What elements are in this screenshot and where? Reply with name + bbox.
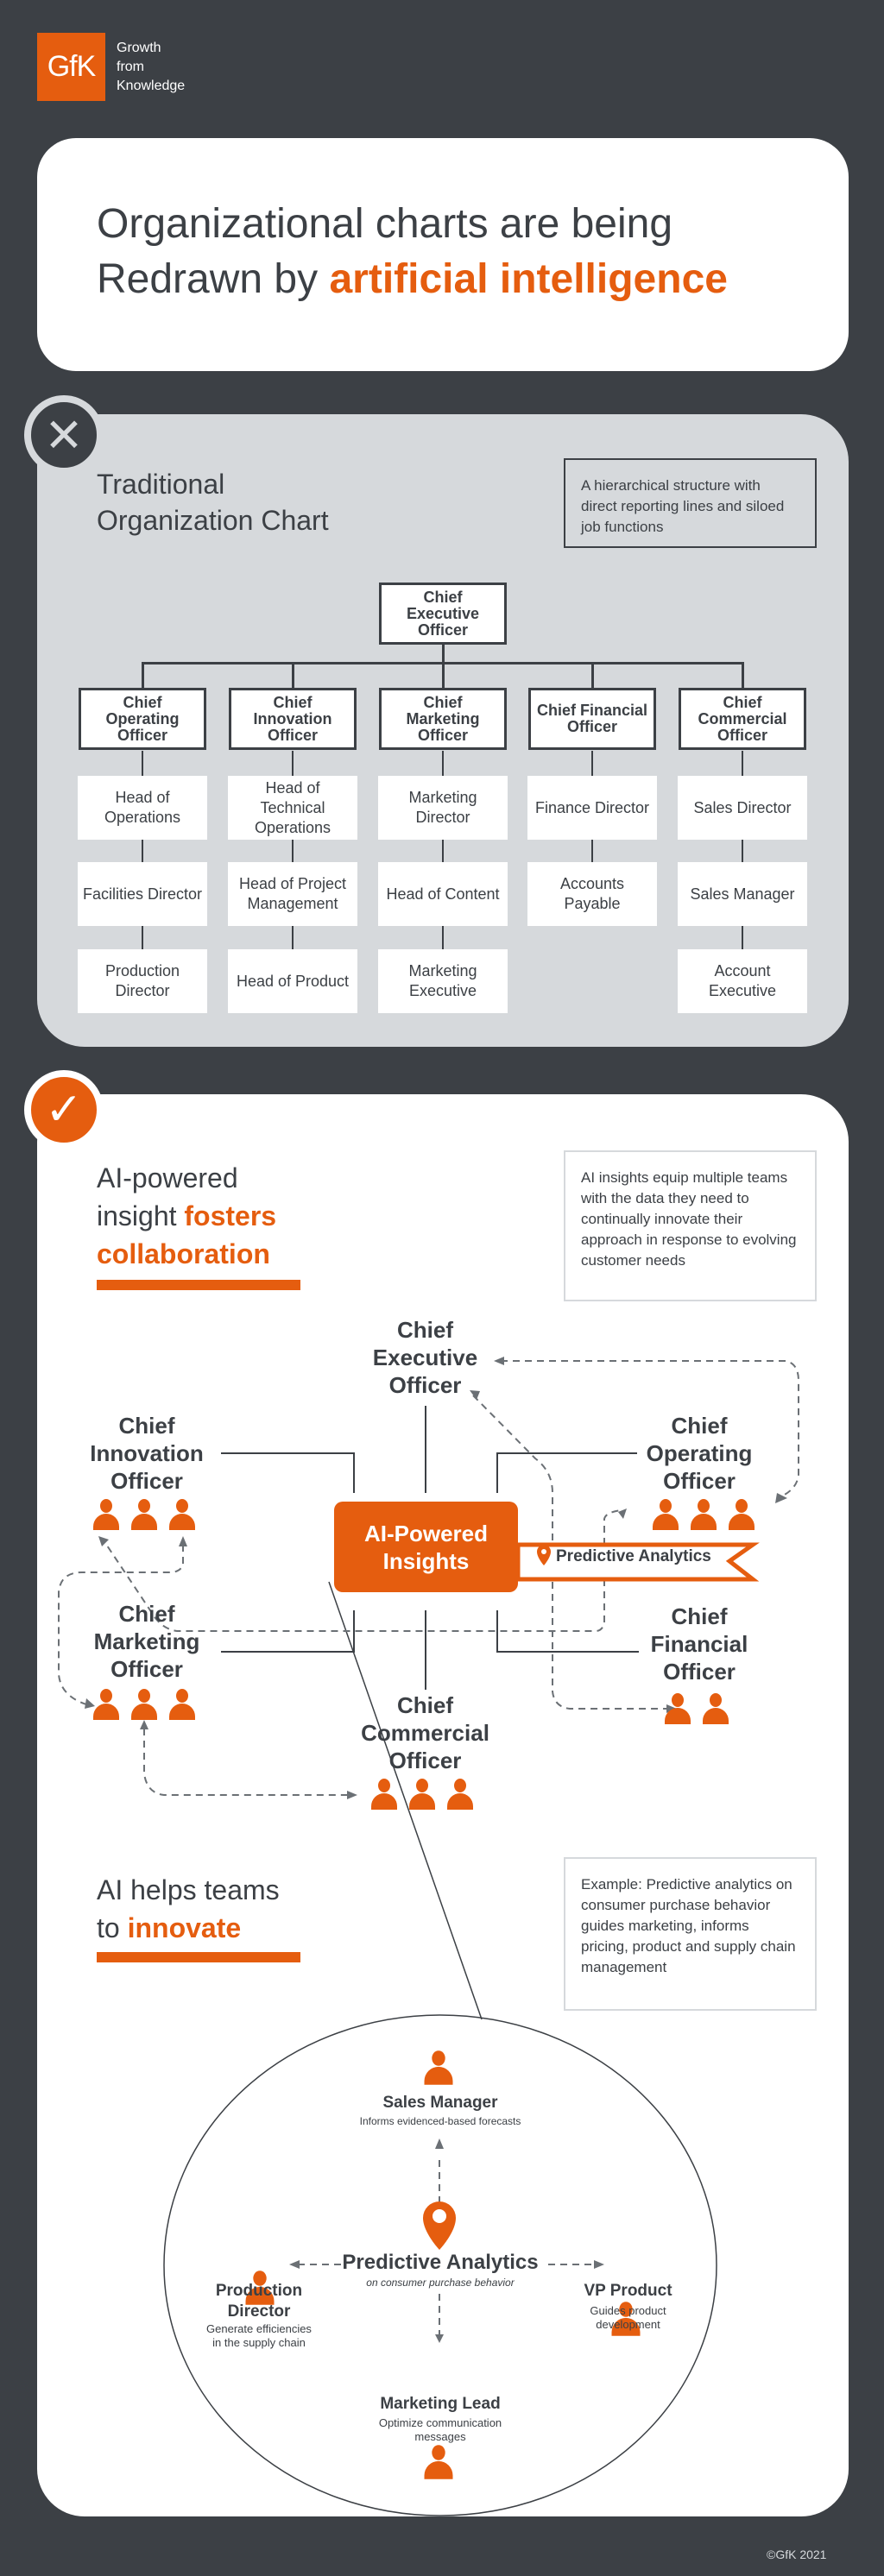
node-vp-product-role: VP Product	[584, 2282, 672, 2300]
arrow-head	[435, 2138, 444, 2149]
person-icon	[422, 2445, 454, 2479]
person-icon	[445, 1779, 475, 1810]
arrow-head	[347, 1791, 357, 1799]
node-production-desc: Generate efficiencies in the supply chai…	[206, 2322, 312, 2349]
role-ceo: Chief Executive Officer	[372, 1317, 478, 1398]
role-cfo: Chief Financial Officer	[650, 1603, 748, 1685]
center-title: Predictive Analytics	[342, 2251, 539, 2274]
node-sales-manager-desc: Informs evidenced-based forecasts	[359, 2115, 521, 2127]
arrow-head	[98, 1536, 109, 1546]
person-icon	[167, 1689, 197, 1720]
person-icon	[369, 1779, 399, 1810]
node-sales-manager-role: Sales Manager	[382, 2094, 498, 2112]
arrow-head	[179, 1536, 187, 1546]
predictive-analytics-tag: Predictive Analytics	[556, 1547, 711, 1565]
node-marketing-lead-desc: Optimize communication messages	[378, 2416, 502, 2443]
innovate-title-line: to	[97, 1912, 128, 1943]
team-cmo	[92, 1689, 197, 1720]
innovate-note: Example: Predictive analytics on consume…	[564, 1857, 817, 2011]
person-icon	[663, 1693, 692, 1724]
role-cino: Chief Innovation Officer	[90, 1413, 204, 1494]
node-marketing-lead-role: Marketing Lead	[380, 2395, 501, 2413]
location-pin-icon	[423, 2201, 456, 2250]
person-icon	[407, 1779, 437, 1810]
innovate-title-highlight: innovate	[127, 1912, 242, 1943]
team-cfo	[663, 1693, 730, 1724]
arrow-head	[618, 1508, 627, 1519]
person-icon	[92, 1689, 121, 1720]
person-icon	[129, 1499, 159, 1530]
person-icon	[422, 2050, 454, 2085]
innovate-title: AI helps teams to innovate	[97, 1871, 280, 1947]
person-icon	[129, 1689, 159, 1720]
ai-powered-insights-hub: AI-Powered Insights	[334, 1502, 518, 1592]
role-cco: Chief Commercial Officer	[361, 1692, 489, 1773]
person-icon	[727, 1499, 756, 1530]
person-icon	[167, 1499, 197, 1530]
team-cino	[92, 1499, 197, 1530]
person-icon	[651, 1499, 680, 1530]
arrow-head	[594, 2260, 604, 2269]
team-cco	[369, 1779, 475, 1810]
arrow-head	[140, 1720, 148, 1729]
center-subtitle: on consumer purchase behavior	[366, 2277, 515, 2289]
role-cmo: Chief Marketing Officer	[93, 1601, 200, 1682]
arrow-head	[289, 2260, 300, 2269]
ai-diagram-connectors	[58, 1357, 799, 2516]
copyright: ©GfK 2021	[767, 2548, 827, 2561]
node-vp-product-desc: Guides product development	[590, 2304, 666, 2331]
connector-cino	[221, 1452, 355, 1493]
connector-coo	[496, 1452, 637, 1493]
dashed-cmo-cco	[143, 1729, 350, 1796]
team-coo	[651, 1499, 756, 1530]
person-icon	[689, 1499, 718, 1530]
innovate-title-underline	[97, 1952, 300, 1962]
arrow-head	[435, 2334, 444, 2343]
innovate-title-line: AI helps teams	[97, 1874, 280, 1905]
person-icon	[92, 1499, 121, 1530]
dashed-coo	[603, 1509, 622, 1545]
role-coo: Chief Operating Officer	[646, 1413, 753, 1494]
node-production-role: Production Director	[215, 2282, 303, 2321]
person-icon	[701, 1693, 730, 1724]
